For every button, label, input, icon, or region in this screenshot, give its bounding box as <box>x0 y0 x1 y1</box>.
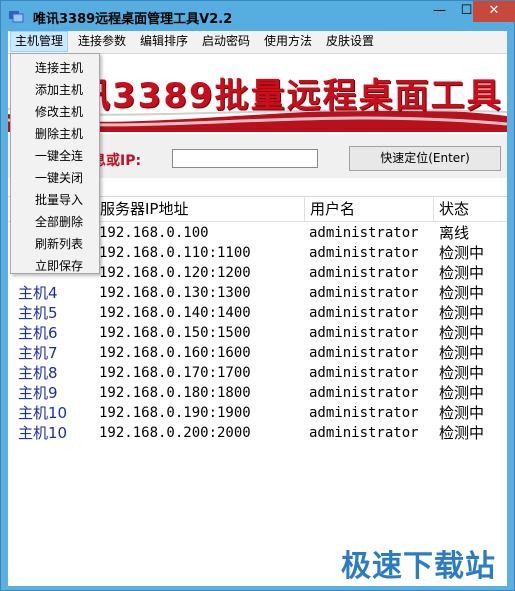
minimize-button[interactable]: — <box>426 1 453 22</box>
username: administrator <box>309 305 419 321</box>
dropdown-item[interactable]: 全部删除 <box>11 211 99 233</box>
host-name: 主机10 <box>18 424 68 442</box>
username: administrator <box>309 285 419 301</box>
host-name: 主机7 <box>18 344 58 362</box>
server-ip: 192.168.0.150:1500 <box>99 325 251 341</box>
menu-connection-params[interactable]: 连接参数 <box>74 31 130 52</box>
menu-skin-settings[interactable]: 皮肤设置 <box>322 31 378 52</box>
server-ip: 192.168.0.130:1300 <box>99 285 251 301</box>
username: administrator <box>309 245 419 261</box>
server-ip: 192.168.0.110:1100 <box>99 245 251 261</box>
status: 检测中 <box>439 324 485 342</box>
username: administrator <box>309 405 419 421</box>
menu-host-management[interactable]: 主机管理 <box>10 31 69 52</box>
window-title: 唯讯3389远程桌面管理工具V2.2 <box>33 12 233 27</box>
quick-locate-button[interactable]: 快速定位(Enter) <box>349 146 501 171</box>
menu-edit-sort[interactable]: 编辑排序 <box>136 31 192 52</box>
username: administrator <box>309 365 419 381</box>
menu-usage[interactable]: 使用方法 <box>260 31 316 52</box>
table-row[interactable]: 主机10 192.168.0.200:2000 administrator 检测中 <box>8 423 507 443</box>
status: 检测中 <box>439 264 485 282</box>
dropdown-item[interactable]: 批量导入 <box>11 189 99 211</box>
search-input[interactable] <box>172 149 318 168</box>
menu-startup-password[interactable]: 启动密码 <box>198 31 254 52</box>
username: administrator <box>309 425 419 441</box>
server-ip: 192.168.0.140:1400 <box>99 305 251 321</box>
username: administrator <box>309 225 419 241</box>
server-ip: 192.168.0.160:1600 <box>99 345 251 361</box>
host-name: 主机4 <box>18 284 58 302</box>
username: administrator <box>309 265 419 281</box>
host-name: 主机6 <box>18 324 58 342</box>
dropdown-item[interactable]: 连接主机 <box>11 57 99 79</box>
server-ip: 192.168.0.170:1700 <box>99 365 251 381</box>
dropdown-item[interactable]: 立即保存 <box>11 255 99 277</box>
header-ip[interactable]: 服务器IP地址 <box>95 197 305 221</box>
dropdown-item[interactable]: 修改主机 <box>11 101 99 123</box>
banner-title: 讯3389批量远程桌面工具 <box>76 76 503 116</box>
table-row[interactable]: 主机8 192.168.0.170:1700 administrator 检测中 <box>8 363 507 383</box>
username: administrator <box>309 385 419 401</box>
status: 检测中 <box>439 244 485 262</box>
table-row[interactable]: 主机9 192.168.0.180:1800 administrator 检测中 <box>8 383 507 403</box>
table-row[interactable]: 主机10 192.168.0.190:1900 administrator 检测中 <box>8 403 507 423</box>
username: administrator <box>309 345 419 361</box>
table-row[interactable]: 主机4 192.168.0.130:1300 administrator 检测中 <box>8 283 507 303</box>
status: 检测中 <box>439 364 485 382</box>
server-ip: 192.168.0.190:1900 <box>99 405 251 421</box>
menu-bar: 主机管理 连接参数 编辑排序 启动密码 使用方法 皮肤设置 <box>8 31 507 54</box>
table-row[interactable]: 主机5 192.168.0.140:1400 administrator 检测中 <box>8 303 507 323</box>
server-ip: 192.168.0.100 <box>99 225 209 241</box>
dropdown-item[interactable]: 一键关闭 <box>11 167 99 189</box>
status: 检测中 <box>439 344 485 362</box>
host-management-dropdown: 连接主机 添加主机 修改主机 删除主机 一键全连 一键关闭 批量导入 全部删除 刷新列表 立即保存 <box>10 53 100 274</box>
host-name: 主机10 <box>18 404 68 422</box>
status: 检测中 <box>439 404 485 422</box>
dropdown-item[interactable]: 删除主机 <box>11 123 99 145</box>
header-status[interactable]: 状态 <box>434 197 507 221</box>
table-row[interactable]: 主机7 192.168.0.160:1600 administrator 检测中 <box>8 343 507 363</box>
status: 检测中 <box>439 384 485 402</box>
server-ip: 192.168.0.120:1200 <box>99 265 251 281</box>
header-username[interactable]: 用户名 <box>305 197 434 221</box>
host-name: 主机8 <box>18 364 58 382</box>
close-button[interactable]: ✕ <box>473 1 515 22</box>
username: administrator <box>309 325 419 341</box>
dropdown-item[interactable]: 刷新列表 <box>11 233 99 255</box>
watermark: 极速下载站 <box>341 549 496 584</box>
dropdown-item[interactable]: 一键全连 <box>11 145 99 167</box>
host-name: 主机9 <box>18 384 58 402</box>
dropdown-item[interactable]: 添加主机 <box>11 79 99 101</box>
host-name: 主机5 <box>18 304 58 322</box>
status: 检测中 <box>439 304 485 322</box>
status: 检测中 <box>439 424 485 442</box>
app-window: 唯讯3389远程桌面管理工具V2.2 — ☐ ✕ 主机管理 连接参数 编辑排序 … <box>0 0 515 591</box>
server-ip: 192.168.0.180:1800 <box>99 385 251 401</box>
table-row[interactable]: 主机6 192.168.0.150:1500 administrator 检测中 <box>8 323 507 343</box>
app-icon <box>9 11 24 23</box>
server-ip: 192.168.0.200:2000 <box>99 425 251 441</box>
status: 离线 <box>439 224 470 242</box>
status: 检测中 <box>439 284 485 302</box>
title-bar[interactable]: 唯讯3389远程桌面管理工具V2.2 — ☐ ✕ <box>1 1 515 31</box>
